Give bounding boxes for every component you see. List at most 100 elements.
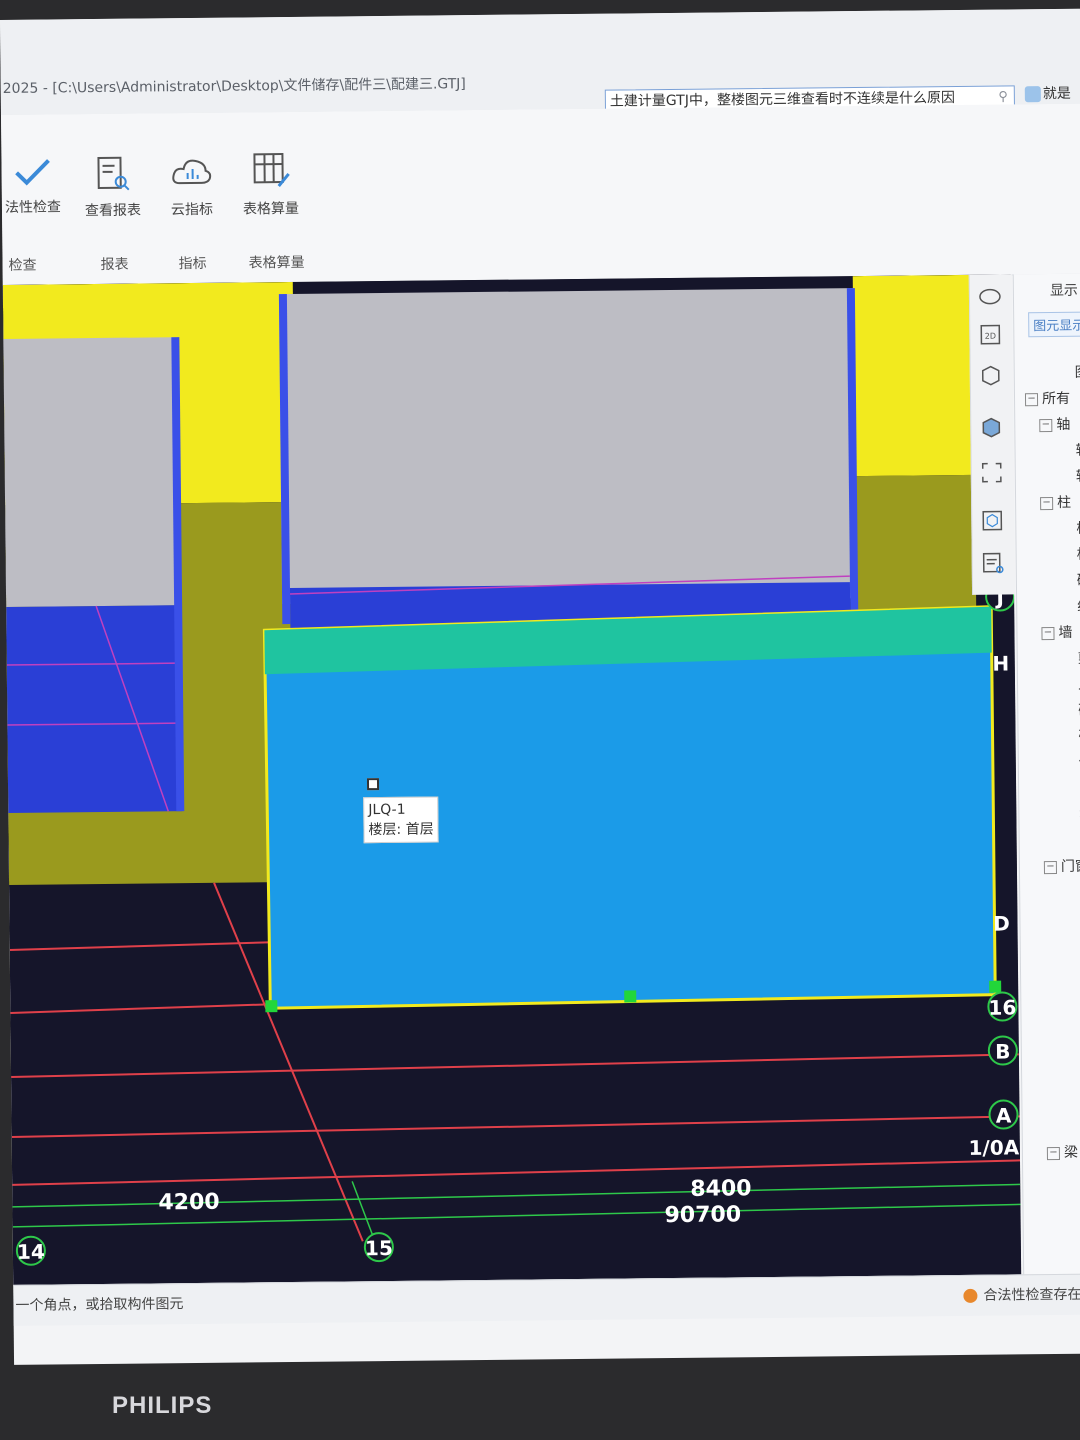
axis-label-1-0a: 1/0A — [968, 1135, 1019, 1160]
tree-item[interactable]: − 墙 — [1041, 622, 1073, 642]
model-canvas[interactable]: J H D 16 B A 1/0A 14 15 4200 8400 90700 — [2, 274, 1022, 1285]
tree-item[interactable]: − 轴 — [1039, 414, 1070, 434]
svg-text:H: H — [992, 651, 1009, 675]
window-title: 2025 - [C:\Users\Administrator\Desktop\文… — [2, 76, 466, 97]
tree-item[interactable]: 构 — [1077, 544, 1080, 564]
tree-item-label: 图 — [1074, 364, 1080, 381]
tree-item-label: 轴 — [1075, 442, 1080, 459]
tree-expander-icon[interactable]: − — [1024, 392, 1039, 406]
cube-view-icon[interactable] — [980, 509, 1004, 533]
tree-expander-icon[interactable]: − — [1040, 496, 1054, 510]
user-label: 就是 — [1042, 85, 1071, 103]
tree-item-label: 轴 — [1075, 468, 1080, 485]
tree-item[interactable]: 轴 — [1075, 440, 1080, 460]
element-tooltip: JLQ-1 楼层: 首层 — [363, 796, 439, 844]
tree-item-label: 构 — [1076, 546, 1080, 563]
ribbon-button-label: 查看报表 — [84, 202, 142, 220]
group-label-index: 指标 — [178, 255, 207, 273]
svg-text:A: A — [996, 1103, 1012, 1127]
orbit-icon[interactable] — [978, 285, 1002, 309]
avatar — [1024, 86, 1041, 103]
tree-item-label: 柱 — [1057, 494, 1072, 511]
cloud-index-button[interactable]: 云指标 — [161, 153, 222, 220]
group-label-table: 表格算量 — [248, 254, 305, 272]
check-icon — [15, 159, 50, 186]
legality-check-button[interactable]: 法性检查 — [0, 154, 68, 217]
table-calc-icon — [253, 153, 290, 188]
dimension-label: 4200 — [158, 1190, 219, 1216]
grey-wall — [3, 337, 177, 607]
3d-box-icon[interactable] — [979, 363, 1003, 387]
cloud-chart-icon — [172, 159, 212, 185]
title-bar: 2025 - [C:\Users\Administrator\Desktop\文… — [0, 8, 1080, 116]
table-calc-button[interactable]: 表格算量 — [235, 148, 306, 219]
tree-item-label: 梁 — [1063, 1144, 1079, 1161]
tree-item[interactable]: 图 — [1075, 362, 1080, 382]
axis-bubble-16: 16 — [987, 991, 1018, 1022]
property-icon[interactable] — [981, 551, 1005, 575]
grip-handle[interactable] — [624, 990, 637, 1003]
tree-item-label: 门窗 — [1060, 858, 1080, 875]
olive-wall — [854, 474, 977, 617]
status-hint: 一个角点，或拾取构件图元 — [15, 1296, 184, 1314]
display-tree: 图−所有−轴轴轴−柱柱构砌约−墙剪人砌砌保暗墙幕−门窗门窗门墙带带飘老过壁−梁梁… — [1014, 274, 1080, 1161]
slab-blue — [6, 605, 183, 813]
dimension-label: 90700 — [664, 1202, 741, 1228]
dimension-label: 8400 — [690, 1176, 751, 1202]
yellow-wall — [852, 274, 975, 477]
element-name: JLQ-1 — [368, 801, 406, 819]
axis-bubble-d: D — [993, 911, 1010, 935]
svg-text:15: 15 — [365, 1236, 393, 1260]
report-icon — [97, 156, 130, 191]
tree-item[interactable]: − 所有 — [1024, 388, 1071, 408]
display-panel: 显示 图元显示 图−所有−轴轴轴−柱柱构砌约−墙剪人砌砌保暗墙幕−门窗门窗门墙带… — [1012, 273, 1080, 1275]
element-floor: 楼层: 首层 — [368, 821, 434, 839]
2d-view-icon[interactable]: 2D — [978, 323, 1002, 347]
axis-bubble-15: 15 — [363, 1232, 394, 1263]
warning-icon — [963, 1288, 978, 1303]
grip-handle[interactable] — [265, 1000, 278, 1013]
axis-bubble-h: H — [992, 651, 1009, 675]
ribbon-button-label: 云指标 — [170, 201, 214, 219]
tree-expander-icon[interactable]: − — [1046, 1146, 1060, 1160]
status-warning-text: 合法性检查存在 — [983, 1286, 1080, 1304]
view-report-button[interactable]: 查看报表 — [79, 153, 146, 220]
tree-expander-icon[interactable]: − — [1041, 626, 1055, 640]
svg-text:B: B — [995, 1039, 1011, 1063]
view-toolbar: 2D — [968, 274, 1016, 595]
axis-bubble-a: A — [988, 1099, 1019, 1130]
zoom-extents-icon[interactable] — [980, 461, 1004, 485]
axis-bubble-14: 14 — [15, 1235, 46, 1266]
ribbon-button-label: 法性检查 — [4, 199, 62, 216]
tree-item-label: 柱 — [1076, 520, 1080, 537]
monitor-brand-logo: PHILIPS — [112, 1392, 213, 1419]
svg-text:2D: 2D — [985, 332, 996, 341]
ribbon-button-label: 表格算量 — [242, 200, 300, 218]
tree-item[interactable]: − 梁 — [1046, 1142, 1079, 1162]
svg-text:D: D — [993, 911, 1010, 935]
group-label-report: 报表 — [100, 256, 129, 273]
element-anchor-icon[interactable] — [366, 778, 380, 791]
tree-item[interactable]: 柱 — [1076, 518, 1080, 538]
svg-text:1/0A: 1/0A — [968, 1135, 1019, 1160]
axis-bubble-b: B — [987, 1035, 1018, 1066]
monitor-screen: 2025 - [C:\Users\Administrator\Desktop\文… — [0, 8, 1080, 1365]
user-account[interactable]: 就是 — [1024, 83, 1071, 103]
drawing-viewport[interactable]: J H D 16 B A 1/0A 14 15 4200 8400 90700 — [2, 274, 1022, 1285]
tree-expander-icon[interactable]: − — [1039, 418, 1053, 432]
tree-item-label: 轴 — [1056, 416, 1071, 433]
status-warning[interactable]: 合法性检查存在 — [963, 1284, 1080, 1305]
tab-element-display[interactable]: 图元显示 — [1028, 311, 1080, 338]
tree-item[interactable]: − 门窗 — [1043, 856, 1080, 876]
tree-item[interactable]: − 柱 — [1040, 492, 1071, 512]
tree-item[interactable]: 轴 — [1076, 466, 1080, 486]
ribbon-toolbar: 法性检查 查看报表 云指标 表格算量 检查 报表 指标 表格算量 — [0, 103, 1080, 286]
tree-item-label: 墙 — [1058, 624, 1073, 641]
tree-expander-icon[interactable]: − — [1043, 860, 1057, 874]
group-label-check: 检查 — [8, 257, 37, 274]
solid-box-icon[interactable] — [979, 415, 1003, 439]
tree-item-label: 所有 — [1041, 390, 1071, 408]
svg-text:16: 16 — [988, 995, 1016, 1019]
grip-handle[interactable] — [989, 980, 1002, 993]
grey-wall — [278, 288, 857, 605]
